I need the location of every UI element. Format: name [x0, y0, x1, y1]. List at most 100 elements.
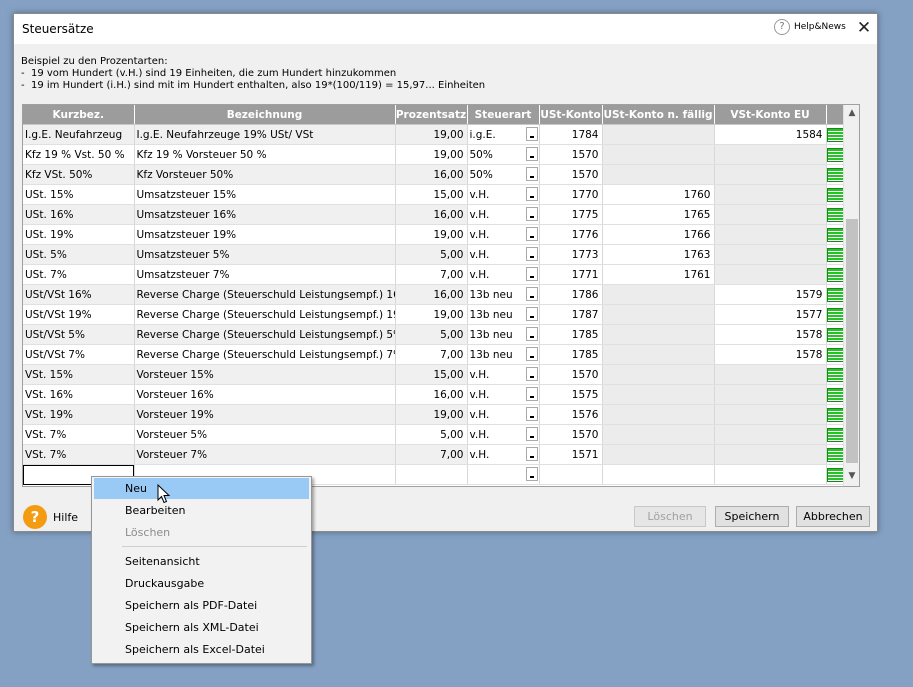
table-row[interactable]: VSt. 15% Vorsteuer 15% 15,00 v.H. 1570 [23, 364, 844, 385]
table-row[interactable]: USt. 7% Umsatzsteuer 7% 7,00 v.H. 1771 1761 [23, 264, 844, 285]
cell-bezeichnung[interactable]: Reverse Charge (Steuerschuld Leistungsem… [134, 344, 396, 365]
cell-ust-konto[interactable]: 1575 [539, 384, 603, 405]
table-edit-icon[interactable] [826, 347, 842, 362]
col-header-ust-konto-nf[interactable]: USt-Konto n. fällig [602, 105, 715, 125]
cell-ust-konto-nf[interactable] [602, 124, 715, 145]
scroll-up-icon[interactable]: ▲ [847, 108, 857, 118]
cell-icon[interactable] [826, 184, 844, 205]
table-edit-icon[interactable] [826, 467, 842, 482]
cell-prozentsatz[interactable]: 16,00 [395, 384, 468, 405]
cell-ust-konto[interactable]: 1785 [539, 344, 603, 365]
cell-icon-new[interactable] [826, 464, 844, 485]
cell-bezeichnung[interactable]: Umsatzsteuer 15% [134, 184, 396, 205]
table-row[interactable]: VSt. 16% Vorsteuer 16% 16,00 v.H. 1575 [23, 384, 844, 405]
cell-vst-konto-eu[interactable] [714, 204, 827, 225]
cell-kurzbez[interactable]: USt. 7% [23, 264, 135, 285]
cell-kurzbez[interactable]: USt/VSt 5% [23, 324, 135, 345]
cell-prozentsatz[interactable]: 15,00 [395, 364, 468, 385]
dropdown-arrow-icon[interactable] [525, 407, 538, 421]
cell-ust-konto-nf[interactable]: 1763 [602, 244, 715, 265]
table-row[interactable]: USt. 19% Umsatzsteuer 19% 19,00 v.H. 1776 176… [23, 224, 844, 245]
cell-prozentsatz[interactable]: 19,00 [395, 224, 468, 245]
cell-prozentsatz[interactable]: 7,00 [395, 444, 468, 465]
col-header-prozentsatz[interactable]: Prozentsatz [395, 105, 468, 125]
table-row[interactable]: Kfz 19 % Vst. 50 % Kfz 19 % Vorsteuer 50 … [23, 144, 844, 165]
scroll-down-icon[interactable]: ▼ [847, 471, 857, 481]
cell-vst-konto-eu[interactable]: 1578 [714, 324, 827, 345]
cell-kurzbez[interactable]: USt. 16% [23, 204, 135, 225]
close-button[interactable]: ✕ [854, 18, 874, 38]
menu-item-neu[interactable]: Neu [94, 478, 309, 499]
cell-ust-konto-nf[interactable] [602, 304, 715, 325]
table-edit-icon[interactable] [826, 387, 842, 402]
table-edit-icon[interactable] [826, 127, 842, 142]
cell-kurzbez[interactable]: Kfz 19 % Vst. 50 % [23, 144, 135, 165]
cell-icon[interactable] [826, 224, 844, 245]
table-row[interactable]: USt/VSt 5% Reverse Charge (Steuerschuld L… [23, 324, 844, 345]
cell-vst-konto-eu[interactable] [714, 184, 827, 205]
cell-steuerart[interactable]: v.H. [467, 184, 540, 205]
cell-kurzbez[interactable]: I.g.E. Neufahrzeug [23, 124, 135, 145]
cell-icon[interactable] [826, 384, 844, 405]
dropdown-arrow-icon[interactable] [525, 287, 538, 301]
cell-bezeichnung[interactable]: Umsatzsteuer 7% [134, 264, 396, 285]
cell-steuerart[interactable]: v.H. [467, 224, 540, 245]
scroll-thumb[interactable] [846, 219, 858, 463]
cell-bezeichnung[interactable]: Kfz Vorsteuer 50% [134, 164, 396, 185]
cell-icon[interactable] [826, 404, 844, 425]
cell-ust-konto[interactable]: 1570 [539, 424, 603, 445]
cell-ust-konto[interactable]: 1786 [539, 284, 603, 305]
dropdown-arrow-icon[interactable] [525, 427, 538, 441]
col-header-vst-konto-eu[interactable]: VSt-Konto EU [714, 105, 827, 125]
cell-ust-konto-nf-new[interactable] [602, 464, 715, 485]
cell-vst-konto-eu[interactable] [714, 404, 827, 425]
table-edit-icon[interactable] [826, 447, 842, 462]
cell-prozentsatz[interactable]: 5,00 [395, 324, 468, 345]
cell-icon[interactable] [826, 304, 844, 325]
save-button[interactable]: Speichern [715, 506, 789, 527]
col-header-ust-konto[interactable]: USt-Konto [539, 105, 603, 125]
cell-ust-konto[interactable]: 1571 [539, 444, 603, 465]
cell-icon[interactable] [826, 364, 844, 385]
table-row[interactable]: I.g.E. Neufahrzeug I.g.E. Neufahrzeuge 19… [23, 124, 844, 145]
cell-vst-konto-eu[interactable]: 1579 [714, 284, 827, 305]
cell-ust-konto-nf[interactable] [602, 364, 715, 385]
cell-steuerart[interactable]: 13b neu [467, 284, 540, 305]
cell-bezeichnung[interactable]: Vorsteuer 15% [134, 364, 396, 385]
table-edit-icon[interactable] [826, 167, 842, 182]
cell-prozentsatz[interactable]: 7,00 [395, 344, 468, 365]
cell-icon[interactable] [826, 204, 844, 225]
col-header-bezeichnung[interactable]: Bezeichnung [134, 105, 396, 125]
cell-steuerart[interactable]: v.H. [467, 364, 540, 385]
menu-item-excel[interactable]: Speichern als Excel-Datei [94, 639, 309, 660]
cell-ust-konto[interactable]: 1787 [539, 304, 603, 325]
cell-ust-konto-nf[interactable]: 1761 [602, 264, 715, 285]
table-row[interactable]: USt/VSt 19% Reverse Charge (Steuerschuld … [23, 304, 844, 325]
table-row[interactable]: VSt. 19% Vorsteuer 19% 19,00 v.H. 1576 [23, 404, 844, 425]
cell-ust-konto[interactable]: 1770 [539, 184, 603, 205]
table-edit-icon[interactable] [826, 327, 842, 342]
menu-item-seitenansicht[interactable]: Seitenansicht [94, 551, 309, 572]
cell-ust-konto[interactable]: 1785 [539, 324, 603, 345]
cell-ust-konto[interactable]: 1576 [539, 404, 603, 425]
cell-ust-konto[interactable]: 1771 [539, 264, 603, 285]
cell-vst-konto-eu[interactable] [714, 164, 827, 185]
cell-vst-konto-eu[interactable]: 1578 [714, 344, 827, 365]
cell-vst-konto-eu-new[interactable] [714, 464, 827, 485]
cell-steuerart[interactable]: 50% [467, 164, 540, 185]
cell-prozentsatz[interactable]: 16,00 [395, 164, 468, 185]
cell-bezeichnung[interactable]: Vorsteuer 7% [134, 444, 396, 465]
table-row[interactable]: Kfz VSt. 50% Kfz Vorsteuer 50% 16,00 50% 157… [23, 164, 844, 185]
dropdown-arrow-icon[interactable] [525, 207, 538, 221]
cell-icon[interactable] [826, 164, 844, 185]
cell-vst-konto-eu[interactable] [714, 444, 827, 465]
dropdown-arrow-icon[interactable] [525, 387, 538, 401]
cell-bezeichnung[interactable]: Umsatzsteuer 5% [134, 244, 396, 265]
cell-icon[interactable] [826, 264, 844, 285]
cell-steuerart[interactable]: v.H. [467, 204, 540, 225]
cell-kurzbez[interactable]: VSt. 7% [23, 424, 135, 445]
cell-bezeichnung[interactable]: Vorsteuer 16% [134, 384, 396, 405]
cell-ust-konto-nf[interactable] [602, 324, 715, 345]
cell-steuerart[interactable]: i.g.E. [467, 124, 540, 145]
cancel-button[interactable]: Abbrechen [796, 506, 870, 527]
